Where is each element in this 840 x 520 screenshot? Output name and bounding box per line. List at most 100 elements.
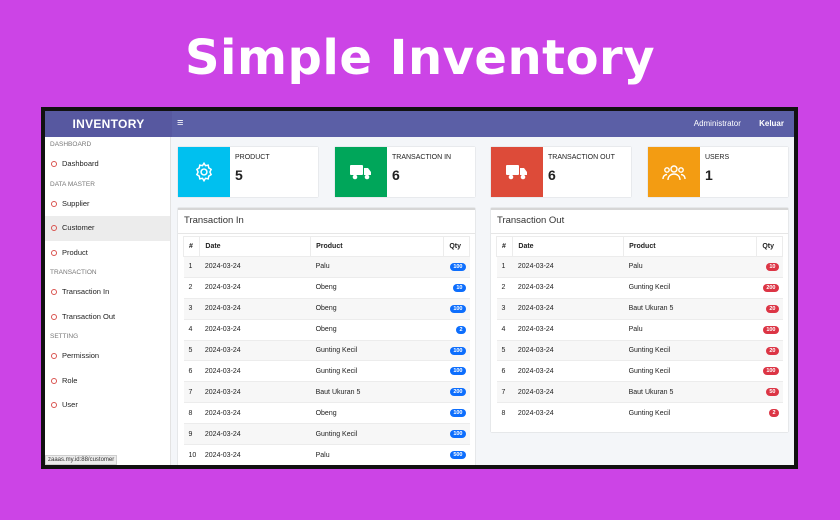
sidebar-item-dashboard[interactable]: Dashboard <box>45 152 170 177</box>
table-row: 2 2024-03-24 Gunting Kecil 200 <box>496 276 783 299</box>
sidebar-section-header: TRANSACTION <box>50 269 97 276</box>
row-number: 3 <box>496 297 513 320</box>
card-title: Transaction Out <box>491 210 788 234</box>
row-number: 5 <box>183 339 200 361</box>
table-row: 5 2024-03-24 Gunting Kecil 20 <box>496 339 783 361</box>
row-number: 4 <box>183 318 200 341</box>
qty-cell: 100 <box>443 423 470 445</box>
qty-cell: 100 <box>443 256 470 278</box>
sidebar-item-label: Role <box>62 375 78 385</box>
product-cell: Gunting Kecil <box>310 339 444 361</box>
stat-label: TRANSACTION OUT <box>548 154 615 161</box>
table-row: 1 2024-03-24 Palu 10 <box>496 256 783 278</box>
sidebar: DASHBOARD Dashboard DATA MASTER Supplier Cus… <box>45 137 171 465</box>
qty-badge: 2 <box>769 409 779 418</box>
qty-badge: 100 <box>450 409 466 418</box>
date-cell: 2024-03-24 <box>199 444 311 465</box>
sidebar-menu: DASHBOARD Dashboard DATA MASTER Supplier Cus… <box>45 137 170 418</box>
qty-badge: 100 <box>450 262 466 271</box>
qty-badge: 200 <box>450 388 466 397</box>
brand-logo[interactable]: INVENTORY <box>45 111 172 137</box>
stat-icon-box <box>335 147 387 197</box>
sidebar-item-label: Transaction Out <box>62 311 116 321</box>
row-number: 7 <box>496 381 513 403</box>
date-cell: 2024-03-24 <box>199 297 311 320</box>
sidebar-item-product[interactable]: Product <box>45 241 170 266</box>
product-cell: Palu <box>623 256 757 278</box>
sidebar-item-transaction-out[interactable]: Transaction Out <box>45 305 170 330</box>
qty-cell: 100 <box>443 297 470 320</box>
column-header: Product <box>623 236 758 257</box>
qty-cell: 500 <box>443 444 470 465</box>
qty-badge: 100 <box>763 325 779 334</box>
date-cell: 2024-03-24 <box>512 360 624 382</box>
product-cell: Gunting Kecil <box>623 339 757 361</box>
sidebar-item-label: Supplier <box>62 198 90 208</box>
stat-value: 6 <box>548 167 556 183</box>
row-number: 7 <box>183 381 200 403</box>
date-cell: 2024-03-24 <box>199 276 311 299</box>
stat-card-product: PRODUCT 5 <box>178 147 318 197</box>
main-content: PRODUCT 5 TRANSACTION IN 6 TRANSACTION O… <box>171 137 794 465</box>
product-cell: Gunting Kecil <box>623 360 757 382</box>
date-cell: 2024-03-24 <box>199 318 311 341</box>
sidebar-item-supplier[interactable]: Supplier <box>45 192 170 217</box>
stat-card-transaction-out: TRANSACTION OUT 6 <box>491 147 631 197</box>
circle-icon <box>51 289 57 296</box>
date-cell: 2024-03-24 <box>199 256 311 278</box>
sidebar-item-role[interactable]: Role <box>45 369 170 394</box>
qty-badge: 100 <box>450 367 466 376</box>
stat-label: PRODUCT <box>235 154 270 161</box>
circle-icon <box>51 249 57 256</box>
sidebar-item-customer[interactable]: Customer <box>45 216 170 241</box>
sidebar-item-permission[interactable]: Permission <box>45 344 170 369</box>
topbar-user-area: Administrator Keluar <box>678 111 784 137</box>
product-cell: Baut Ukuran 5 <box>310 381 444 403</box>
qty-cell: 100 <box>443 402 470 424</box>
sidebar-item-label: Dashboard <box>62 159 99 168</box>
table-row: 7 2024-03-24 Baut Ukuran 5 200 <box>183 381 470 403</box>
menu-toggle-icon[interactable]: ≡ <box>177 111 183 137</box>
gear-icon <box>195 161 213 183</box>
date-cell: 2024-03-24 <box>512 276 624 299</box>
sidebar-item-user[interactable]: User <box>45 393 170 418</box>
circle-icon <box>51 402 57 409</box>
row-number: 8 <box>496 402 513 424</box>
sidebar-item-label: Customer <box>62 223 95 232</box>
qty-badge: 500 <box>450 451 466 460</box>
date-cell: 2024-03-24 <box>512 297 624 320</box>
row-number: 2 <box>183 276 200 299</box>
stat-card-users: USERS 1 <box>648 147 788 197</box>
hero-title: Simple Inventory <box>184 30 656 86</box>
table-row: 6 2024-03-24 Gunting Kecil 100 <box>496 360 783 382</box>
row-number: 8 <box>183 402 200 424</box>
logout-link[interactable]: Keluar <box>759 119 784 128</box>
date-cell: 2024-03-24 <box>199 423 311 445</box>
date-cell: 2024-03-24 <box>512 256 624 278</box>
stat-value: 5 <box>235 167 243 183</box>
qty-cell: 2 <box>443 318 470 341</box>
qty-cell: 200 <box>756 276 783 299</box>
product-cell: Gunting Kecil <box>310 360 444 382</box>
qty-cell: 2 <box>756 402 783 424</box>
table-row: 4 2024-03-24 Obeng 2 <box>183 318 470 341</box>
product-cell: Gunting Kecil <box>623 276 757 299</box>
qty-badge: 10 <box>766 262 779 271</box>
stat-card-transaction-in: TRANSACTION IN 6 <box>335 147 475 197</box>
table-row: 8 2024-03-24 Gunting Kecil 2 <box>496 402 783 424</box>
date-cell: 2024-03-24 <box>199 381 311 403</box>
table-row: 8 2024-03-24 Obeng 100 <box>183 402 470 424</box>
circle-icon <box>51 200 57 207</box>
users-icon <box>662 165 686 181</box>
qty-cell: 20 <box>756 297 783 320</box>
sidebar-item-label: Transaction In <box>62 287 110 296</box>
qty-cell: 10 <box>443 276 470 299</box>
sidebar-item-transaction-in[interactable]: Transaction In <box>45 280 170 305</box>
table-row: 9 2024-03-24 Gunting Kecil 100 <box>183 423 470 445</box>
qty-badge: 100 <box>763 367 779 376</box>
date-cell: 2024-03-24 <box>199 339 311 361</box>
date-cell: 2024-03-24 <box>512 339 624 361</box>
qty-badge: 100 <box>450 346 466 355</box>
stat-value: 6 <box>392 167 400 183</box>
row-number: 3 <box>183 297 200 320</box>
